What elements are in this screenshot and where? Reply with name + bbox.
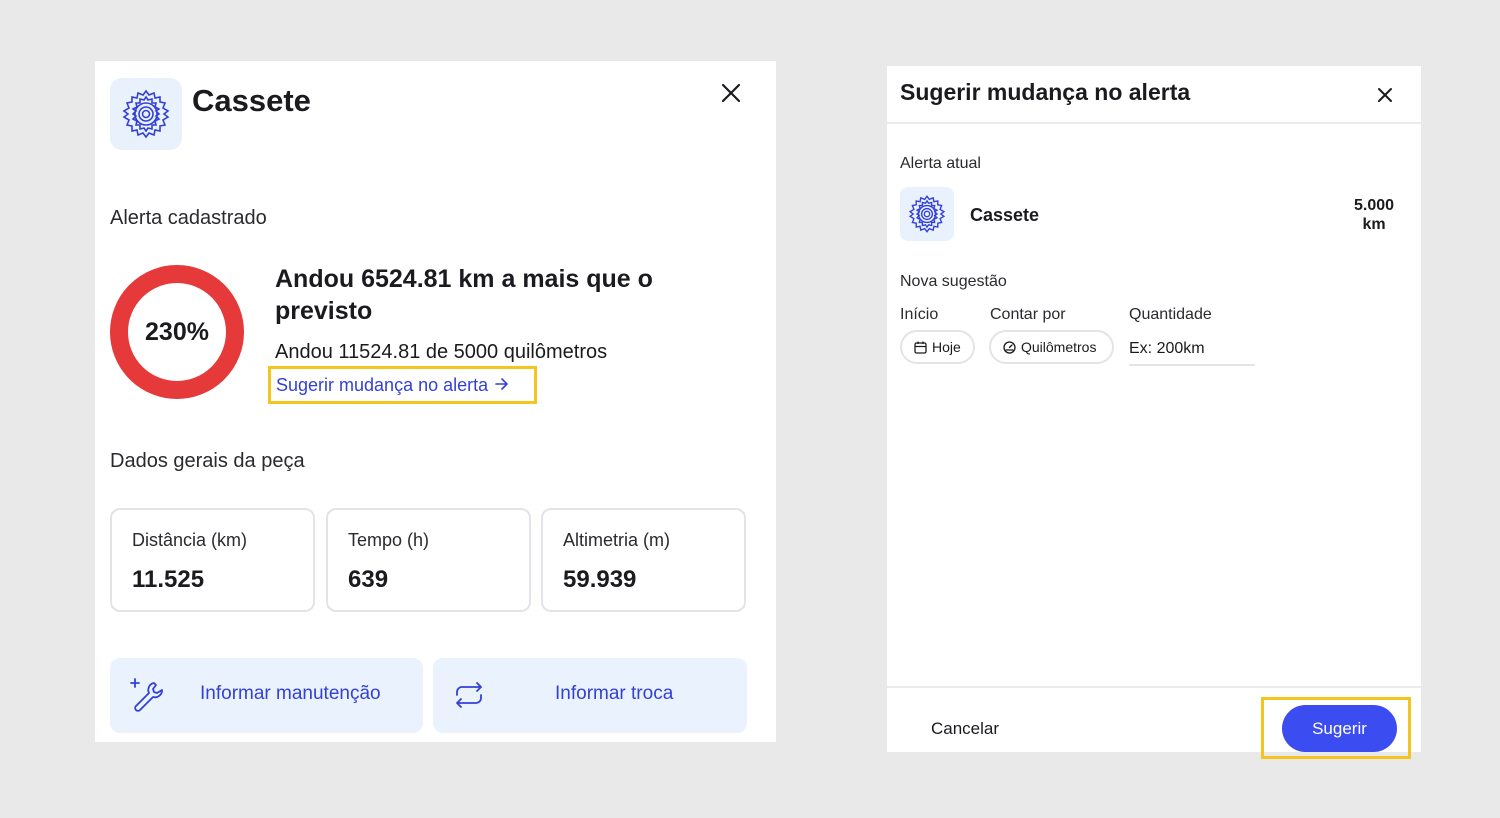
suggest-change-link-label: Sugerir mudança no alerta [276,374,489,395]
arrow-right-icon [495,375,509,396]
new-suggestion-label: Nova sugestão [900,273,1007,290]
current-alert-value: 5.000 km [1342,196,1406,234]
cancel-button[interactable]: Cancelar [931,719,999,739]
quantity-field-label: Quantidade [1129,306,1212,323]
dialog-title: Sugerir mudança no alerta [900,79,1191,105]
stat-label: Tempo (h) [348,530,430,550]
count-by-chip[interactable]: Quilômetros [989,330,1114,364]
quantity-input[interactable] [1129,334,1255,366]
current-alert-number: 5.000 [1353,197,1395,214]
general-data-section-label: Dados gerais da peça [110,450,305,472]
start-field-label: Início [900,306,939,323]
close-icon[interactable] [717,79,745,107]
alert-percent: 230% [145,317,209,346]
part-title: Cassete [192,83,311,118]
stat-label: Altimetria (m) [563,530,670,550]
suggest-change-dialog: Sugerir mudança no alerta Alerta atual C… [887,66,1421,752]
start-date-chip[interactable]: Hoje [900,330,975,364]
report-replacement-button[interactable]: Informar troca [433,658,747,733]
suggest-submit-button[interactable]: Sugerir [1282,705,1397,752]
speedometer-icon [1003,340,1016,354]
current-alert-name: Cassete [970,205,1040,225]
dialog-header: Sugerir mudança no alerta [887,66,1421,124]
stat-card-distance: Distância (km) 11.525 [110,508,315,612]
wrench-plus-icon [127,676,165,714]
cassette-gear-icon [110,78,182,150]
swap-cycle-icon [450,676,488,714]
cassette-gear-icon [900,187,954,241]
stat-card-time: Tempo (h) 639 [326,508,531,612]
report-maintenance-button[interactable]: Informar manutenção [110,658,423,733]
stat-label: Distância (km) [132,530,248,550]
alert-headline: Andou 6524.81 km a mais que o previsto [275,265,653,325]
current-alert-unit: km [1362,216,1386,233]
count-by-value: Quilômetros [1021,339,1097,355]
stat-card-altimetry: Altimetria (m) 59.939 [541,508,746,612]
report-maintenance-label: Informar manutenção [200,683,381,704]
part-detail-panel: Cassete Alerta cadastrado 230% Andou 652… [95,61,776,742]
suggest-change-link[interactable]: Sugerir mudança no alerta [268,366,537,404]
stat-value: 59.939 [563,566,637,593]
count-by-field-label: Contar por [990,306,1066,323]
alert-subline: Andou 11524.81 de 5000 quilômetros [275,341,608,363]
stat-value: 11.525 [132,566,205,593]
current-alert-label: Alerta atual [900,155,981,172]
stat-value: 639 [348,566,389,593]
calendar-icon [914,341,927,354]
alert-section-label: Alerta cadastrado [110,207,267,229]
start-date-value: Hoje [932,339,961,355]
close-icon[interactable] [1372,82,1398,108]
report-replacement-label: Informar troca [555,683,674,704]
